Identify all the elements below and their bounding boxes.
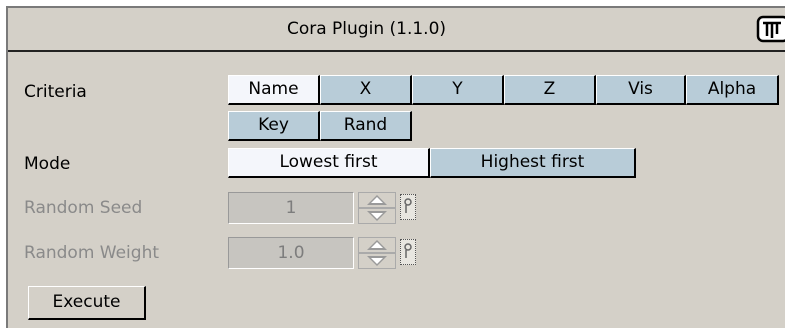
criteria-name-button[interactable]: Name bbox=[228, 75, 320, 105]
criteria-rand-button[interactable]: Rand bbox=[320, 111, 412, 141]
mode-label: Mode bbox=[24, 154, 71, 174]
random-seed-stepper[interactable] bbox=[358, 192, 396, 224]
criteria-key-button[interactable]: Key bbox=[228, 111, 320, 141]
criteria-label: Criteria bbox=[24, 82, 87, 102]
criteria-vis-button[interactable]: Vis bbox=[596, 75, 686, 105]
panel-title: Cora Plugin (1.1.0) bbox=[286, 19, 447, 39]
mode-lowest-first-button[interactable]: Lowest first bbox=[228, 148, 430, 178]
criteria-x-button[interactable]: X bbox=[320, 75, 412, 105]
plugin-icon[interactable] bbox=[755, 14, 785, 44]
criteria-alpha-button[interactable]: Alpha bbox=[686, 75, 779, 105]
title-bar: Cora Plugin (1.1.0) bbox=[8, 8, 785, 52]
execute-button[interactable]: Execute bbox=[28, 286, 146, 320]
criteria-y-button[interactable]: Y bbox=[412, 75, 504, 105]
criteria-z-button[interactable]: Z bbox=[504, 75, 596, 105]
plugin-panel: Cora Plugin (1.1.0) Criteria Name X Y Z … bbox=[6, 6, 785, 328]
random-weight-pin-icon[interactable] bbox=[400, 239, 416, 265]
random-seed-pin-icon[interactable] bbox=[400, 194, 416, 220]
random-weight-stepper[interactable] bbox=[358, 237, 396, 269]
mode-highest-first-button[interactable]: Highest first bbox=[430, 148, 636, 178]
random-seed-field[interactable]: 1 bbox=[228, 192, 354, 224]
random-seed-label: Random Seed bbox=[24, 198, 143, 218]
random-weight-field[interactable]: 1.0 bbox=[228, 237, 354, 269]
random-weight-label: Random Weight bbox=[24, 243, 160, 263]
